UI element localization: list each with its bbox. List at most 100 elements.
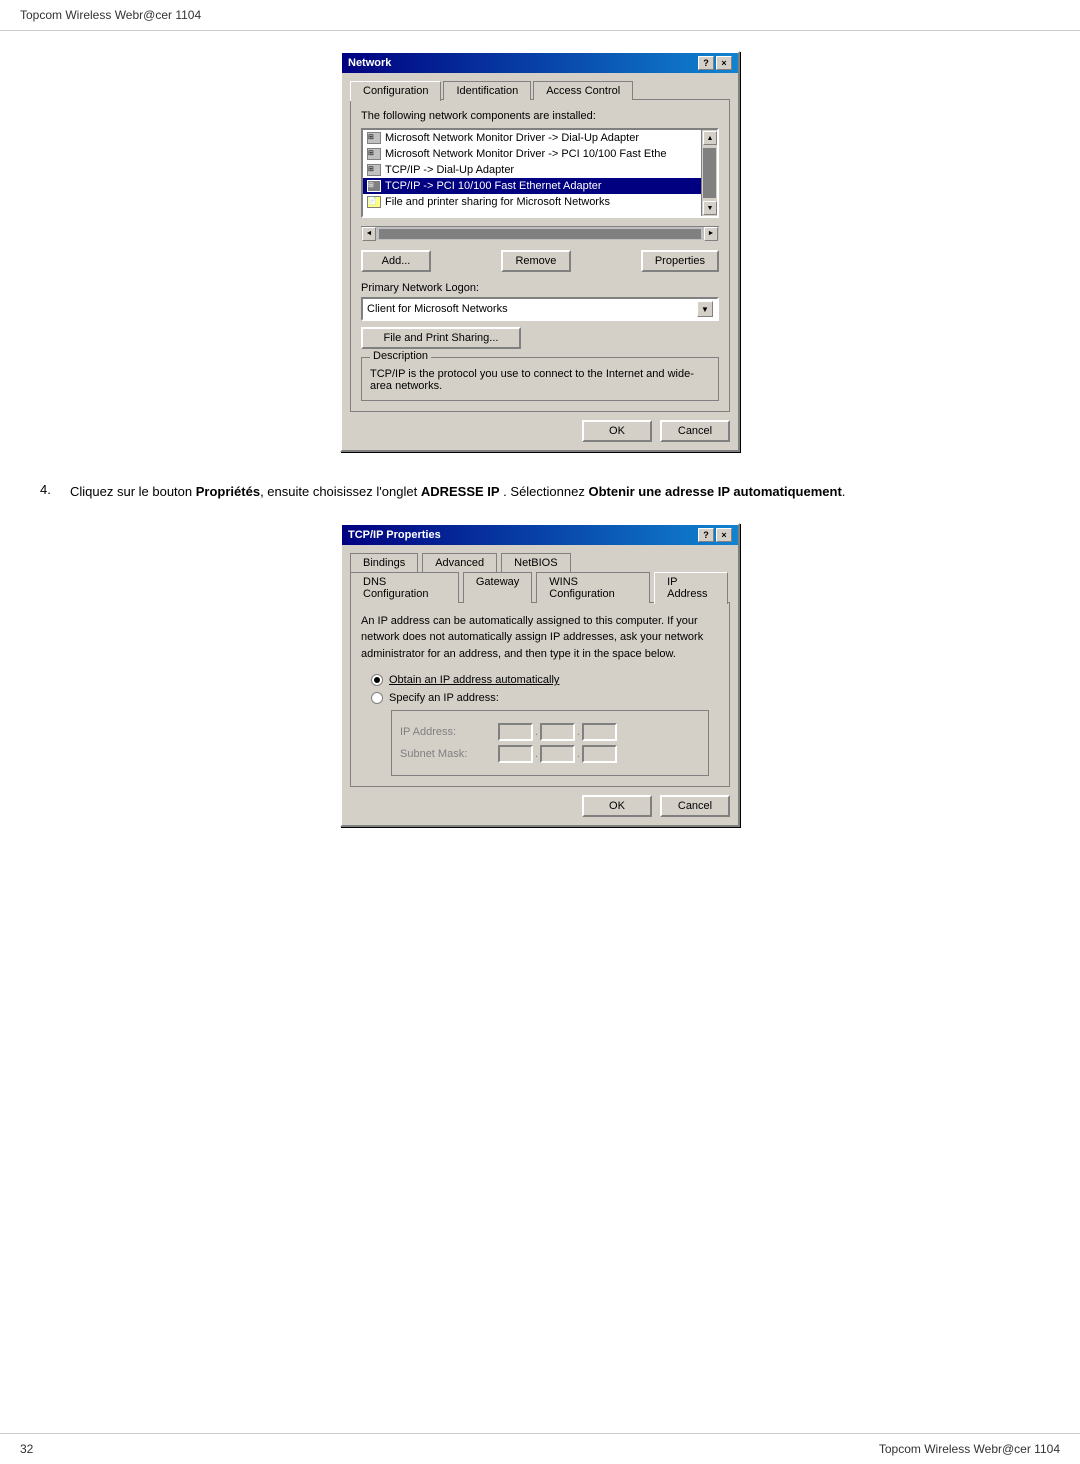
list-item-text: File and printer sharing for Microsoft N… bbox=[385, 196, 610, 208]
ip-fields-group: IP Address: . . Subnet Mask bbox=[391, 710, 709, 776]
ip-options: Obtain an IP address automatically Speci… bbox=[361, 674, 719, 776]
close-button[interactable]: × bbox=[716, 56, 732, 70]
tcpip-titlebar-buttons: ? × bbox=[698, 528, 732, 542]
list-item[interactable]: ⊞ TCP/IP -> Dial-Up Adapter bbox=[363, 162, 701, 178]
scroll-down-button[interactable]: ▼ bbox=[703, 201, 717, 215]
ip-address-input-group: . . bbox=[498, 723, 617, 741]
list-item-text: TCP/IP -> Dial-Up Adapter bbox=[385, 164, 514, 176]
tcpip-dialog: TCP/IP Properties ? × Bindings Advanced bbox=[340, 523, 740, 828]
scroll-right-button[interactable]: ► bbox=[704, 227, 718, 241]
tab-access-control[interactable]: Access Control bbox=[533, 81, 633, 100]
file-print-sharing-button[interactable]: File and Print Sharing... bbox=[361, 327, 521, 349]
network-tabs: Configuration Identification Access Cont… bbox=[350, 81, 730, 100]
tab-ip-address[interactable]: IP Address bbox=[654, 572, 728, 604]
primary-logon-value: Client for Microsoft Networks bbox=[367, 303, 508, 315]
dropdown-arrow[interactable]: ▼ bbox=[697, 301, 713, 317]
tab-gateway[interactable]: Gateway bbox=[463, 572, 532, 603]
list-item[interactable]: ⊞ Microsoft Network Monitor Driver -> PC… bbox=[363, 146, 701, 162]
tab-advanced[interactable]: Advanced bbox=[422, 553, 497, 572]
network-listbox: ⊞ Microsoft Network Monitor Driver -> Di… bbox=[361, 128, 719, 218]
tab-configuration[interactable]: Configuration bbox=[350, 81, 441, 101]
network-dialog-titlebar: Network ? × bbox=[342, 53, 738, 73]
cancel-button[interactable]: Cancel bbox=[660, 420, 730, 442]
ip-octet1[interactable] bbox=[498, 723, 533, 741]
radio-specify-label: Specify an IP address: bbox=[389, 692, 499, 704]
scroll-up-button[interactable]: ▲ bbox=[703, 131, 717, 145]
help-button[interactable]: ? bbox=[698, 56, 714, 70]
network-dialog-body: Configuration Identification Access Cont… bbox=[342, 73, 738, 450]
list-item-selected[interactable]: ⊞ TCP/IP -> PCI 10/100 Fast Ethernet Ada… bbox=[363, 178, 701, 194]
subnet-mask-row: Subnet Mask: . . bbox=[400, 745, 700, 763]
radio-option-auto[interactable]: Obtain an IP address automatically bbox=[371, 674, 709, 686]
tcpip-cancel-button[interactable]: Cancel bbox=[660, 795, 730, 817]
tcpip-tab-content: An IP address can be automatically assig… bbox=[350, 602, 730, 788]
vertical-scrollbar[interactable]: ▲ ▼ bbox=[701, 130, 717, 216]
tab-netbios[interactable]: NetBIOS bbox=[501, 553, 570, 572]
description-section: Description TCP/IP is the protocol you u… bbox=[361, 357, 719, 401]
tcpip-ok-button[interactable]: OK bbox=[582, 795, 652, 817]
tcpip-tabs-row2: DNS Configuration Gateway WINS Configura… bbox=[350, 572, 730, 603]
scroll-thumb[interactable] bbox=[703, 148, 716, 198]
ip-address-label: IP Address: bbox=[400, 726, 490, 738]
network-dialog: Network ? × Configuration Identification bbox=[340, 51, 740, 452]
listbox-items: ⊞ Microsoft Network Monitor Driver -> Di… bbox=[363, 130, 701, 216]
tcpip-dialog-buttons: OK Cancel bbox=[350, 795, 730, 817]
network-tab-content: The following network components are ins… bbox=[350, 99, 730, 412]
page-header: Topcom Wireless Webr@cer 1104 bbox=[0, 0, 1080, 31]
list-item[interactable]: 📄 File and printer sharing for Microsoft… bbox=[363, 194, 701, 210]
primary-network-logon-section: Primary Network Logon: Client for Micros… bbox=[361, 282, 719, 321]
page-number: 32 bbox=[20, 1442, 33, 1456]
instruction-number: 4. bbox=[40, 482, 60, 503]
list-label: The following network components are ins… bbox=[361, 110, 719, 122]
tab-bindings[interactable]: Bindings bbox=[350, 553, 418, 572]
footer-title: Topcom Wireless Webr@cer 1104 bbox=[879, 1442, 1060, 1456]
file-print-sharing-section: File and Print Sharing... bbox=[361, 327, 719, 349]
ip-address-row: IP Address: . . bbox=[400, 723, 700, 741]
network-icon: ⊞ bbox=[367, 132, 381, 144]
ok-button[interactable]: OK bbox=[582, 420, 652, 442]
remove-button[interactable]: Remove bbox=[501, 250, 571, 272]
tcpip-dialog-title: TCP/IP Properties bbox=[348, 529, 441, 541]
tcpip-tabs-row1: Bindings Advanced NetBIOS bbox=[350, 553, 730, 572]
add-button[interactable]: Add... bbox=[361, 250, 431, 272]
titlebar-buttons: ? × bbox=[698, 56, 732, 70]
horizontal-scrollbar[interactable]: ◄ ► bbox=[361, 226, 719, 240]
tcpip-description: An IP address can be automatically assig… bbox=[361, 613, 719, 663]
tcpip-help-button[interactable]: ? bbox=[698, 528, 714, 542]
page-footer: 32 Topcom Wireless Webr@cer 1104 bbox=[0, 1433, 1080, 1464]
description-text: TCP/IP is the protocol you use to connec… bbox=[370, 368, 710, 392]
subnet-mask-input-group: . . bbox=[498, 745, 617, 763]
ip-octet2[interactable] bbox=[540, 723, 575, 741]
network-icon: ⊞ bbox=[367, 180, 381, 192]
subnet-octet3[interactable] bbox=[582, 745, 617, 763]
action-buttons: Add... Remove Properties bbox=[361, 250, 719, 272]
list-item[interactable]: ⊞ Microsoft Network Monitor Driver -> Di… bbox=[363, 130, 701, 146]
radio-auto-indicator bbox=[371, 674, 383, 686]
radio-option-specify[interactable]: Specify an IP address: bbox=[371, 692, 709, 704]
network-icon: ⊞ bbox=[367, 148, 381, 160]
properties-button[interactable]: Properties bbox=[641, 250, 719, 272]
tab-identification[interactable]: Identification bbox=[443, 81, 531, 100]
list-item-text: TCP/IP -> PCI 10/100 Fast Ethernet Adapt… bbox=[385, 180, 602, 192]
network-icon: ⊞ bbox=[367, 164, 381, 176]
header-title: Topcom Wireless Webr@cer 1104 bbox=[20, 8, 201, 22]
horiz-scroll-thumb[interactable] bbox=[379, 229, 701, 239]
radio-specify-indicator bbox=[371, 692, 383, 704]
tcpip-dialog-body: Bindings Advanced NetBIOS DNS Configurat… bbox=[342, 545, 738, 826]
instruction-item: 4. Cliquez sur le bouton Propriétés, ens… bbox=[40, 482, 1040, 503]
list-item-text: Microsoft Network Monitor Driver -> PCI … bbox=[385, 148, 667, 160]
tab-wins-configuration[interactable]: WINS Configuration bbox=[536, 572, 650, 603]
subnet-octet2[interactable] bbox=[540, 745, 575, 763]
file-icon: 📄 bbox=[367, 196, 381, 208]
description-label: Description bbox=[370, 350, 431, 362]
tcpip-close-button[interactable]: × bbox=[716, 528, 732, 542]
network-dialog-title: Network bbox=[348, 57, 391, 69]
tab-dns-configuration[interactable]: DNS Configuration bbox=[350, 572, 459, 603]
scroll-left-button[interactable]: ◄ bbox=[362, 227, 376, 241]
instruction-text: Cliquez sur le bouton Propriétés, ensuit… bbox=[70, 482, 845, 503]
subnet-octet1[interactable] bbox=[498, 745, 533, 763]
radio-auto-label: Obtain an IP address automatically bbox=[389, 674, 559, 686]
ip-octet3[interactable] bbox=[582, 723, 617, 741]
tcpip-dialog-titlebar: TCP/IP Properties ? × bbox=[342, 525, 738, 545]
primary-logon-dropdown[interactable]: Client for Microsoft Networks ▼ bbox=[361, 297, 719, 321]
